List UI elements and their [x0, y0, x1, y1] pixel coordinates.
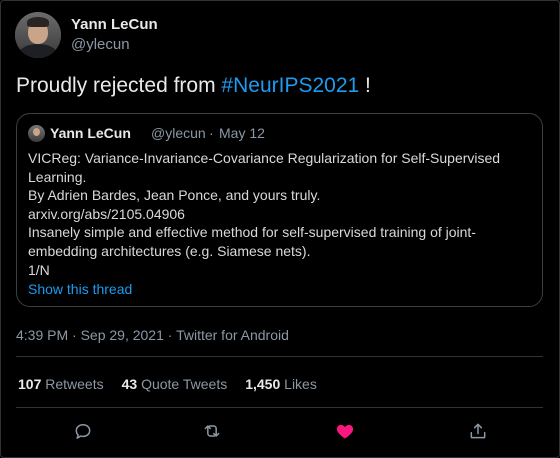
quote-date: May 12	[219, 125, 265, 141]
divider	[16, 407, 543, 408]
quote-tweets-count: 43	[121, 376, 138, 392]
retweet-icon	[204, 425, 220, 437]
retweets-stat[interactable]: 107 Retweets	[18, 376, 104, 392]
engagement-stats: 107 Retweets 43 Quote Tweets 1,450 Likes	[18, 376, 317, 392]
quote-line: Learning.	[28, 168, 87, 185]
quote-line: By Adrien Bardes, Jean Ponce, and yours …	[28, 187, 321, 204]
tweet-card: Yann LeCun @ylecun Proudly rejected from…	[0, 0, 560, 458]
avatar[interactable]	[15, 12, 61, 58]
tweet-metadata: 4:39 PM · Sep 29, 2021 · Twitter for And…	[16, 327, 289, 343]
likes-count: 1,450	[245, 376, 281, 392]
hashtag-link[interactable]: #NeurIPS2021	[221, 74, 359, 97]
quote-line: embedding architectures (e.g. Siamese ne…	[28, 242, 311, 259]
divider	[16, 356, 543, 357]
author-handle[interactable]: @ylecun	[71, 36, 130, 53]
heart-icon	[336, 424, 354, 439]
retweet-button[interactable]	[200, 419, 224, 443]
quote-line: VICReg: Variance-Invariance-Covariance R…	[28, 150, 501, 166]
tweet-text: Proudly rejected from #NeurIPS2021 !	[16, 74, 371, 98]
author-name[interactable]: Yann LeCun	[71, 16, 158, 33]
quote-body: VICReg: Variance-Invariance-Covariance R…	[28, 149, 533, 279]
likes-stat[interactable]: 1,450 Likes	[245, 376, 317, 392]
reply-button[interactable]	[71, 419, 95, 443]
quote-tweets-label: Quote Tweets	[141, 376, 228, 392]
show-thread-link[interactable]: Show this thread	[28, 281, 132, 297]
share-button[interactable]	[466, 419, 490, 443]
quote-line: 1/N	[28, 261, 50, 278]
quote-author-name: Yann LeCun	[50, 125, 131, 141]
tweet-text-prefix: Proudly rejected from	[16, 74, 222, 97]
quote-tweets-stat[interactable]: 43 Quote Tweets	[122, 376, 228, 392]
quoted-tweet[interactable]: Yann LeCun @ylecun · May 12 VICReg: Vari…	[16, 113, 543, 307]
tweet-text-suffix: !	[359, 74, 371, 97]
like-button[interactable]	[333, 419, 357, 443]
action-bar	[1, 419, 560, 443]
quote-line: arxiv.org/abs/2105.04906	[28, 205, 185, 222]
share-icon	[470, 423, 486, 439]
quote-separator: ·	[209, 125, 214, 141]
quote-line: Insanely simple and effective method for…	[28, 224, 476, 241]
reply-icon	[75, 424, 91, 439]
retweets-label: Retweets	[45, 376, 104, 392]
likes-label: Likes	[284, 376, 317, 392]
quote-avatar	[28, 125, 45, 142]
retweets-count: 107	[18, 376, 42, 392]
quote-author-handle: @ylecun	[151, 125, 206, 141]
